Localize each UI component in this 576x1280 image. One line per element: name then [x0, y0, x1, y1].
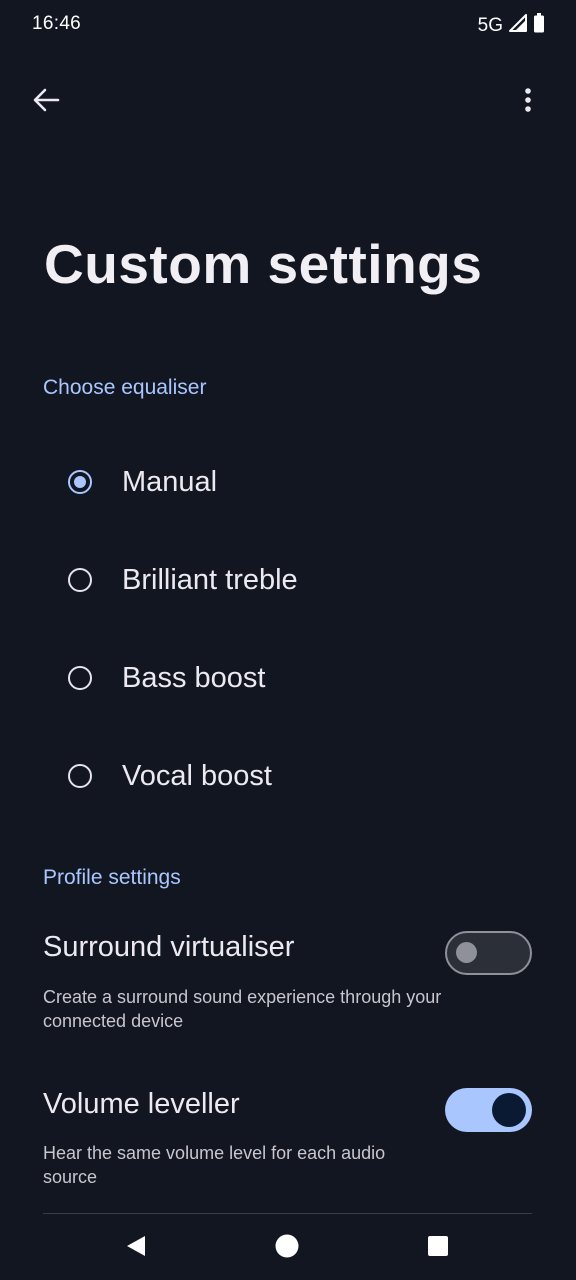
profile-section-header: Profile settings: [43, 866, 181, 889]
surround-virtualiser-description: Create a surround sound experience throu…: [43, 987, 442, 1031]
network-type: 5G: [477, 14, 503, 36]
nav-home-button[interactable]: [267, 1228, 307, 1268]
status-time: 16:46: [32, 13, 82, 34]
status-icons: 5G: [478, 13, 545, 38]
nav-home-icon: [275, 1234, 299, 1263]
page-title: Custom settings: [44, 233, 483, 295]
status-bar: 16:46 5G: [0, 0, 576, 52]
equaliser-option-bass-boost[interactable]: Bass boost: [40, 638, 540, 718]
more-options-button[interactable]: [504, 78, 552, 126]
back-button[interactable]: [22, 78, 70, 126]
volume-leveller-description: Hear the same volume level for each audi…: [43, 1143, 386, 1187]
surround-virtualiser-title: Surround virtualiser: [43, 931, 295, 963]
nav-back-button[interactable]: [116, 1228, 156, 1268]
more-vert-icon: [524, 87, 532, 118]
volume-leveller-title: Volume leveller: [43, 1088, 240, 1120]
equaliser-section-header: Choose equaliser: [43, 376, 207, 399]
equaliser-option-label: Brilliant treble: [122, 563, 298, 596]
navigation-bar: [0, 1218, 576, 1280]
signal-icon: [509, 14, 527, 37]
equaliser-option-label: Bass boost: [122, 661, 266, 694]
radio-button[interactable]: [68, 568, 92, 592]
divider: [43, 1213, 532, 1214]
radio-button[interactable]: [68, 666, 92, 690]
screen: 16:46 5G Custom settings Choose equalise…: [0, 0, 576, 1280]
surround-virtualiser-toggle[interactable]: [445, 931, 532, 975]
nav-recents-icon: [427, 1235, 449, 1262]
nav-recents-button[interactable]: [418, 1228, 458, 1268]
nav-back-icon: [124, 1234, 148, 1263]
volume-leveller-toggle[interactable]: [445, 1088, 532, 1132]
battery-icon: [533, 13, 545, 38]
equaliser-option-brilliant-treble[interactable]: Brilliant treble: [40, 540, 540, 620]
arrow-back-icon: [31, 85, 61, 120]
toggle-thumb: [456, 942, 477, 963]
toggle-thumb: [492, 1093, 526, 1127]
equaliser-option-label: Manual: [122, 465, 218, 498]
radio-button-checked[interactable]: [68, 470, 92, 494]
equaliser-option-vocal-boost[interactable]: Vocal boost: [40, 736, 540, 816]
equaliser-option-label: Vocal boost: [122, 759, 272, 792]
radio-button[interactable]: [68, 764, 92, 788]
equaliser-option-manual[interactable]: Manual: [40, 442, 540, 522]
